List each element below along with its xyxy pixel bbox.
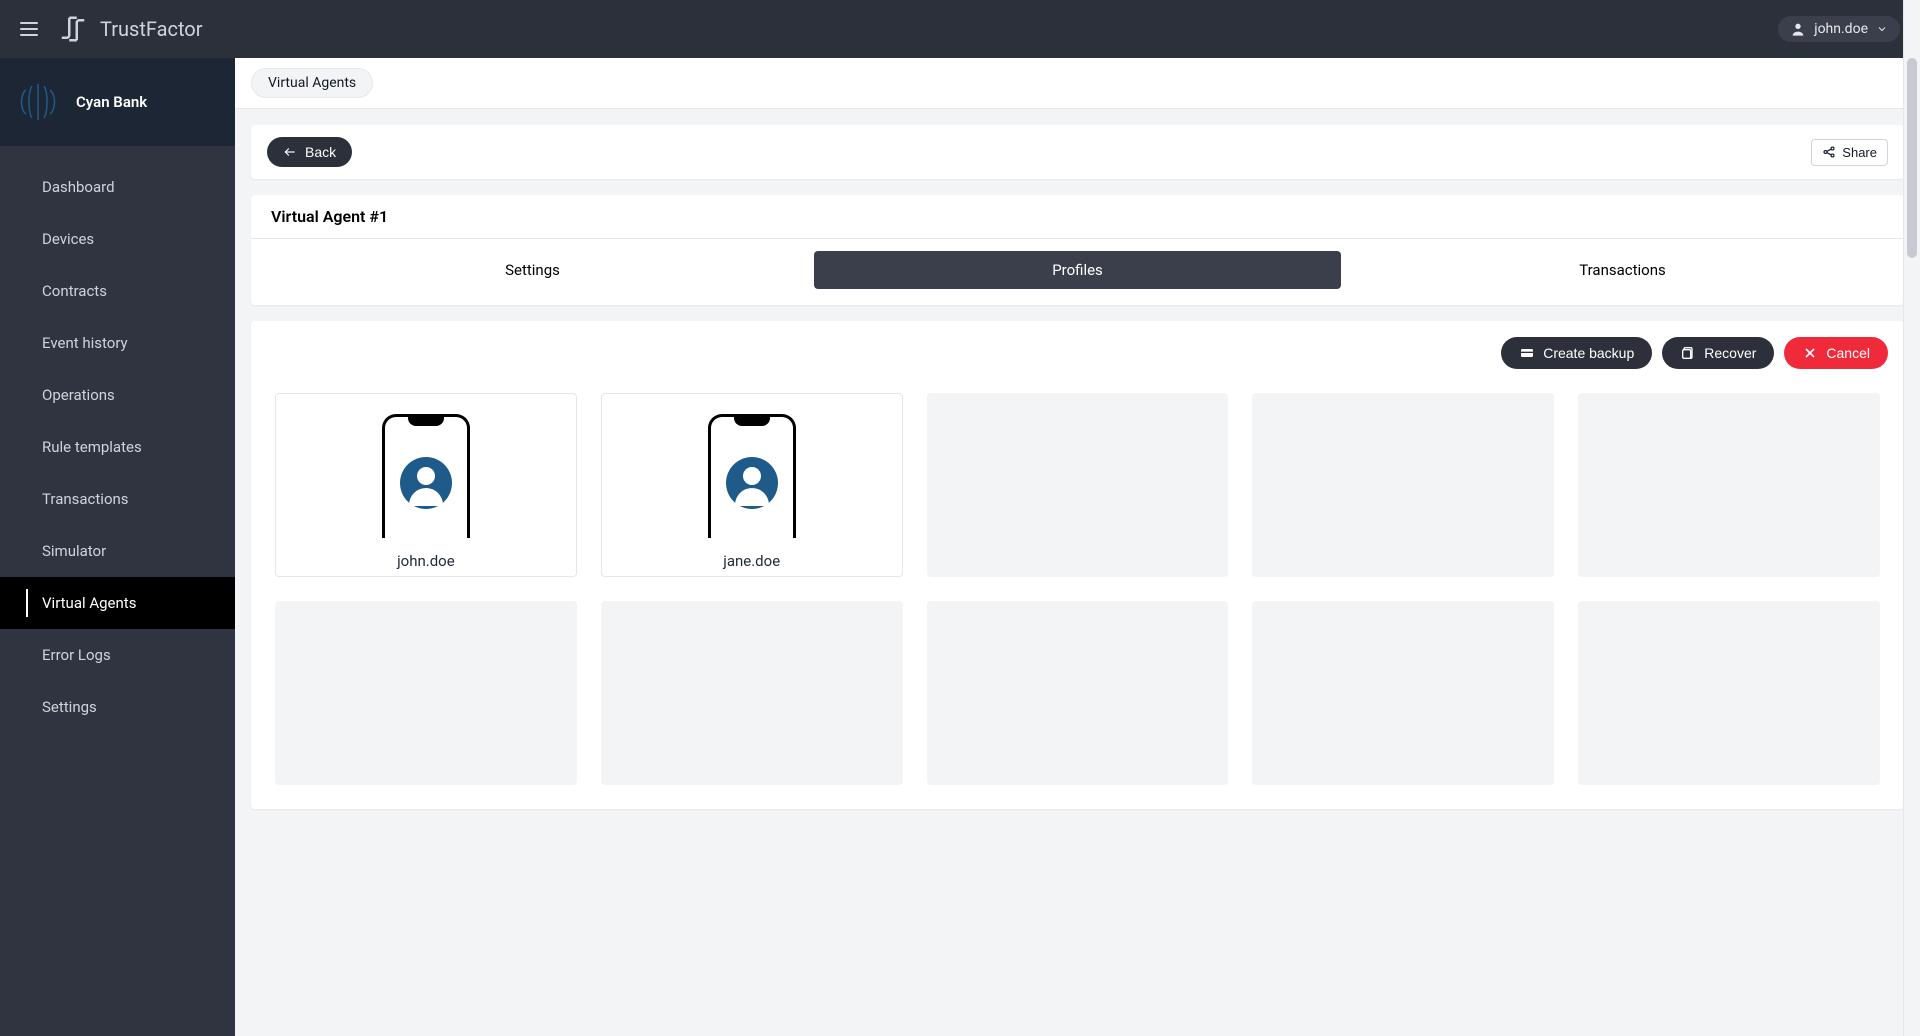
profile-grid: john.doe jane.doe (251, 369, 1904, 809)
app-header: TrustFactor john.doe (0, 0, 1920, 58)
share-icon (1822, 145, 1836, 159)
brand[interactable]: TrustFactor (58, 14, 202, 44)
empty-slot[interactable] (1578, 393, 1880, 577)
cancel-label: Cancel (1826, 345, 1870, 361)
action-row: Create backup Recover Cancel (251, 321, 1904, 369)
sidebar-item-operations[interactable]: Operations (0, 369, 235, 421)
create-backup-button[interactable]: Create backup (1501, 337, 1652, 369)
card-icon (1519, 345, 1535, 361)
chevron-down-icon (1876, 23, 1888, 35)
empty-slot[interactable] (601, 601, 903, 785)
empty-slot[interactable] (1252, 393, 1554, 577)
arrow-left-icon (283, 145, 297, 159)
recover-button[interactable]: Recover (1662, 337, 1774, 369)
nav: DashboardDevicesContractsEvent historyOp… (0, 146, 235, 733)
back-share-section: Back Share (251, 125, 1904, 179)
close-icon (1802, 345, 1818, 361)
avatar-icon (726, 457, 778, 509)
share-label: Share (1842, 145, 1877, 160)
agent-section: Virtual Agent #1 Settings Profiles Transac… (251, 195, 1904, 305)
empty-slot[interactable] (275, 601, 577, 785)
tab-profiles[interactable]: Profiles (814, 251, 1341, 289)
phone-icon (708, 414, 796, 538)
tab-settings[interactable]: Settings (269, 251, 796, 289)
person-icon (1790, 21, 1806, 37)
sidebar-item-dashboard[interactable]: Dashboard (0, 161, 235, 213)
sidebar-item-contracts[interactable]: Contracts (0, 265, 235, 317)
sidebar-item-settings[interactable]: Settings (0, 681, 235, 733)
phone-icon (382, 414, 470, 538)
sidebar-item-error-logs[interactable]: Error Logs (0, 629, 235, 681)
breadcrumb-bar: Virtual Agents (235, 58, 1920, 109)
sidebar-item-simulator[interactable]: Simulator (0, 525, 235, 577)
profiles-section: Create backup Recover Cancel john.doe jan… (251, 321, 1904, 809)
sidebar-item-event-history[interactable]: Event history (0, 317, 235, 369)
avatar-icon (400, 457, 452, 509)
empty-slot[interactable] (927, 601, 1229, 785)
share-button[interactable]: Share (1811, 139, 1888, 166)
recover-label: Recover (1704, 345, 1756, 361)
sidebar: Cyan Bank DashboardDevicesContractsEvent… (0, 58, 235, 1036)
agent-title: Virtual Agent #1 (251, 195, 1904, 239)
empty-slot[interactable] (1252, 601, 1554, 785)
sidebar-item-transactions[interactable]: Transactions (0, 473, 235, 525)
breadcrumb-virtual-agents[interactable]: Virtual Agents (251, 68, 373, 98)
empty-slot[interactable] (1578, 601, 1880, 785)
create-backup-label: Create backup (1543, 345, 1634, 361)
sidebar-item-rule-templates[interactable]: Rule templates (0, 421, 235, 473)
sidebar-item-virtual-agents[interactable]: Virtual Agents (0, 577, 235, 629)
back-label: Back (305, 144, 336, 160)
tab-transactions[interactable]: Transactions (1359, 251, 1886, 289)
content: Virtual Agents Back Share Virtual Agent … (235, 58, 1920, 1036)
profile-card[interactable]: jane.doe (601, 393, 903, 577)
sidebar-item-devices[interactable]: Devices (0, 213, 235, 265)
profile-card[interactable]: john.doe (275, 393, 577, 577)
recover-icon (1680, 345, 1696, 361)
brand-logo-icon (58, 14, 88, 44)
user-name: john.doe (1814, 21, 1868, 37)
tabs: Settings Profiles Transactions (251, 239, 1904, 305)
empty-slot[interactable] (927, 393, 1229, 577)
cancel-button[interactable]: Cancel (1784, 337, 1888, 369)
org-block[interactable]: Cyan Bank (0, 58, 235, 146)
menu-icon[interactable] (20, 22, 38, 36)
org-name: Cyan Bank (76, 93, 147, 111)
user-menu[interactable]: john.doe (1778, 16, 1900, 42)
org-logo-icon (14, 78, 62, 126)
profile-name: jane.doe (723, 552, 780, 570)
back-button[interactable]: Back (267, 137, 352, 167)
profile-name: john.doe (397, 552, 455, 570)
brand-title: TrustFactor (100, 17, 202, 41)
